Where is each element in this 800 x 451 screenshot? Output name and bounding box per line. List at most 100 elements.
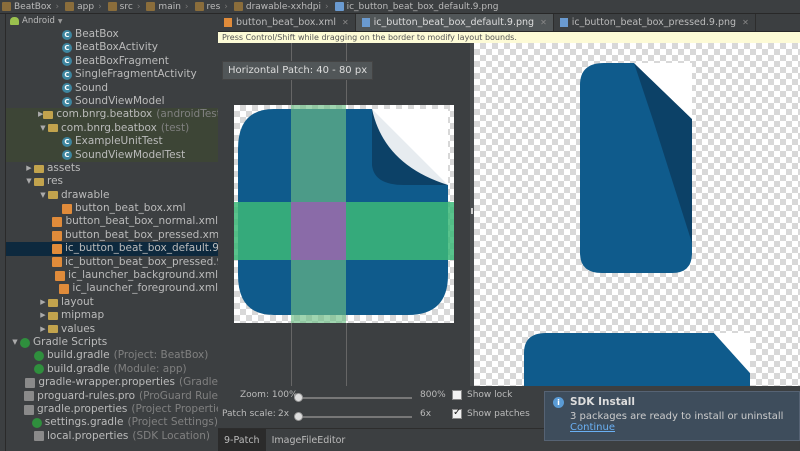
tree-item[interactable]: C Sound <box>6 82 218 95</box>
tree-item[interactable]: C BeatBoxFragment <box>6 55 218 68</box>
tree-item[interactable]: ▶com.bnrg.beatbox(androidTest) <box>6 108 218 122</box>
expand-right-icon[interactable]: ▶ <box>38 309 48 322</box>
tab-nine-patch[interactable]: 9-Patch <box>218 429 266 451</box>
expand-right-icon[interactable]: ▶ <box>24 162 34 175</box>
tree-item[interactable]: ic_launcher_background.xml <box>6 269 218 282</box>
breadcrumb-item[interactable]: main › <box>144 2 192 12</box>
tree-item-label: SingleFragmentActivity <box>75 68 197 81</box>
editor-tab[interactable]: ic_button_beat_box_default.9.png ✕ <box>355 14 554 31</box>
tree-item[interactable]: ▼ res <box>6 175 218 188</box>
close-icon[interactable]: ✕ <box>342 18 349 27</box>
tree-item-detail: (Project Properties <box>131 402 218 415</box>
breadcrumb-separator: › <box>98 1 102 12</box>
expand-down-icon[interactable]: ▼ <box>38 189 48 202</box>
tree-item[interactable]: ic_launcher_foreground.xml <box>6 282 218 295</box>
breadcrumb-item[interactable]: ic_button_beat_box_default.9.png <box>333 2 503 12</box>
tree-item-detail: (androidTest) <box>156 108 218 121</box>
file-icon <box>62 203 72 214</box>
tree-item[interactable]: button_beat_box.xml <box>6 202 218 215</box>
expand-down-icon[interactable]: ▼ <box>38 122 48 135</box>
expand-down-icon[interactable]: ▼ <box>10 336 20 349</box>
class-icon: C <box>62 136 72 147</box>
tree-item-label: button_beat_box.xml <box>75 202 186 215</box>
show-patches-checkbox[interactable] <box>452 407 462 419</box>
editor-tab[interactable]: ic_button_beat_box_pressed.9.png ✕ <box>554 14 756 31</box>
tree-item[interactable]: gradle.properties(Project Properties <box>6 403 218 416</box>
tree-item[interactable]: ▼ Gradle Scripts <box>6 336 218 349</box>
sdk-install-notification[interactable]: i SDK Install 3 packages are ready to ins… <box>544 391 800 441</box>
properties-icon <box>34 431 44 442</box>
tree-item[interactable]: build.gradle (Project: BeatBox) <box>6 349 218 362</box>
properties-icon <box>25 377 36 388</box>
breadcrumb-item[interactable]: src › <box>106 2 145 12</box>
tree-item[interactable]: ic_button_beat_box_pressed.9.png <box>6 256 218 269</box>
tree-item[interactable]: gradle-wrapper.properties (Gradle <box>6 376 218 389</box>
tree-item[interactable]: local.properties (SDK Location) <box>6 430 218 443</box>
breadcrumb-separator: › <box>55 1 60 12</box>
tree-item[interactable]: C BeatBoxActivity <box>6 41 218 54</box>
patch-scale-slider[interactable] <box>294 412 303 421</box>
tree-item[interactable]: button_beat_box_normal.xml <box>6 215 218 228</box>
patch-scale-track[interactable] <box>296 416 412 418</box>
patch-intersection <box>291 202 346 260</box>
breadcrumb-item[interactable]: BeatBox › <box>0 2 63 12</box>
tree-item-detail: (test) <box>160 121 190 134</box>
image-file-icon <box>559 18 568 27</box>
expand-right-icon[interactable]: ▶ <box>38 323 48 336</box>
class-icon: C <box>62 96 72 107</box>
folder-icon <box>43 111 54 120</box>
tree-item[interactable]: ▼ com.bnrg.beatbox (test) <box>6 121 218 136</box>
editor-tab[interactable]: button_beat_box.xml ✕ <box>218 14 356 31</box>
expand-down-icon[interactable]: ▼ <box>24 175 34 188</box>
folder-icon <box>107 2 117 11</box>
tree-item[interactable]: ▼ drawable <box>6 189 218 202</box>
show-patches-toggle[interactable]: Show patches <box>452 407 530 419</box>
tree-item[interactable]: C SoundViewModelTest <box>6 148 218 162</box>
breadcrumb-item[interactable]: app › <box>63 2 106 12</box>
breadcrumb-label: BeatBox <box>14 1 52 12</box>
tree-item[interactable]: C SingleFragmentActivity <box>6 68 218 81</box>
tree-item[interactable]: ▶ values <box>6 323 218 336</box>
nine-patch-editor: Horizontal Patch: 40 - 80 px <box>218 43 800 386</box>
tree-item[interactable]: settings.gradle (Project Settings) <box>6 416 218 429</box>
close-icon[interactable]: ✕ <box>742 18 749 27</box>
tree-item[interactable]: ▶ layout <box>6 296 218 309</box>
tree-item-label: layout <box>61 295 94 308</box>
tree-item[interactable]: proguard-rules.pro (ProGuard Rule <box>6 390 218 403</box>
show-lock-checkbox[interactable] <box>452 390 462 400</box>
class-icon: C <box>62 150 72 161</box>
breadcrumb-item[interactable]: drawable-xxhdpi › <box>232 2 333 12</box>
splitter-handle[interactable] <box>471 208 473 214</box>
tree-item-detail: (SDK Location) <box>132 429 210 442</box>
tree-item[interactable]: C ExampleUnitTest <box>6 135 218 149</box>
breadcrumb-item[interactable]: res › <box>193 2 232 12</box>
tree-item[interactable]: C SoundViewModel <box>6 95 218 108</box>
tree-item[interactable]: build.gradle (Module: app) <box>6 363 218 376</box>
patch-editing-pane[interactable]: Horizontal Patch: 40 - 80 px <box>218 43 470 386</box>
zoom-slider[interactable] <box>294 393 303 402</box>
zoom-max-label: 800% <box>420 390 446 400</box>
tree-item-label: com.bnrg.beatbox <box>56 108 153 121</box>
tree-item[interactable]: button_beat_box_pressed.xml <box>6 229 218 242</box>
zoom-track[interactable] <box>296 397 412 399</box>
breadcrumb-label: src <box>119 1 133 12</box>
continue-link[interactable]: Continue <box>570 422 791 433</box>
folder-icon <box>2 2 11 11</box>
tree-item[interactable]: ▶ mipmap <box>6 309 218 322</box>
expand-right-icon[interactable]: ▶ <box>38 296 48 309</box>
patch-canvas[interactable] <box>234 105 454 323</box>
folder-icon <box>146 2 156 11</box>
editor-tabs: button_beat_box.xml ✕ ic_button_beat_box_d… <box>218 14 800 32</box>
tree-item-label: assets <box>47 161 81 174</box>
folder-icon <box>65 2 75 11</box>
tree-item[interactable]: ▶ assets <box>6 162 218 175</box>
tree-item[interactable]: ic_button_beat_box_default.9.png <box>6 242 218 256</box>
tree-item[interactable]: C BeatBox <box>6 28 218 41</box>
project-view-selector[interactable]: Android ▼ <box>6 14 218 28</box>
close-icon[interactable]: ✕ <box>540 18 547 27</box>
show-lock-toggle[interactable]: Show lock <box>452 390 512 400</box>
tab-image-file-editor[interactable]: ImageFileEditor <box>266 429 352 451</box>
file-icon <box>52 257 62 268</box>
tree-item-label: ExampleUnitTest <box>75 135 163 148</box>
tree-item-label: res <box>47 175 64 188</box>
